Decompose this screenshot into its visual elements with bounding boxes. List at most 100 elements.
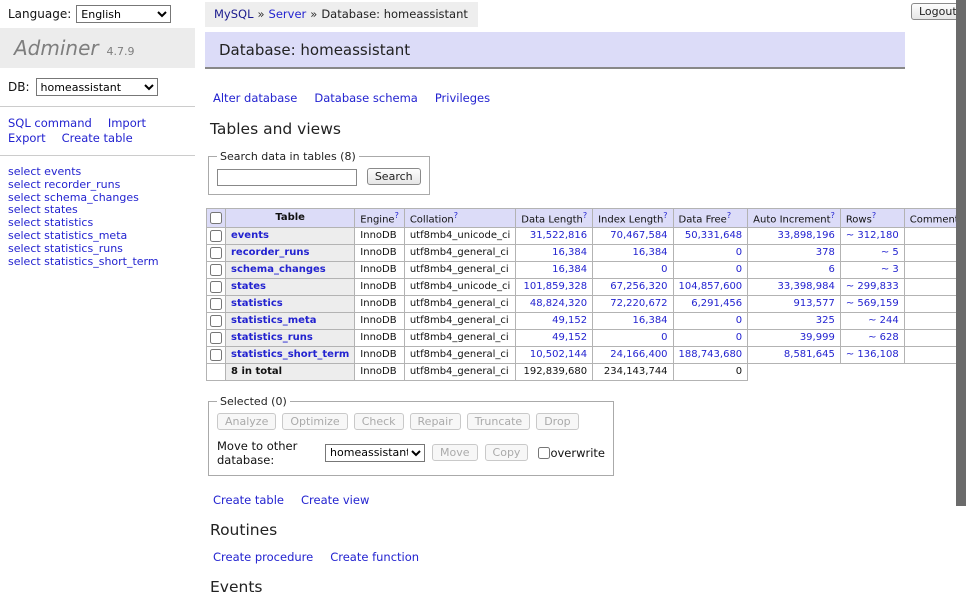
- sidebar-table-link-select-statistics-runs[interactable]: select statistics_runs: [8, 243, 187, 256]
- table-name-link[interactable]: statistics_meta: [231, 315, 316, 326]
- page-link-database-schema[interactable]: Database schema: [314, 91, 417, 105]
- column-help-link[interactable]: ?: [583, 211, 587, 220]
- cell-data-free-link[interactable]: 0: [736, 315, 742, 326]
- move-database-select[interactable]: homeassistant: [325, 444, 425, 462]
- column-help-link[interactable]: ?: [663, 211, 667, 220]
- sidebar-link-export[interactable]: Export: [8, 131, 46, 146]
- vertical-scrollbar[interactable]: [956, 0, 966, 543]
- row-checkbox[interactable]: [210, 315, 222, 327]
- cell-auto-increment-link[interactable]: 33,398,984: [778, 281, 835, 292]
- table-name-link[interactable]: states: [231, 281, 266, 292]
- row-checkbox[interactable]: [210, 281, 222, 293]
- sidebar-table-link-select-recorder-runs[interactable]: select recorder_runs: [8, 179, 187, 192]
- cell-data-free-link[interactable]: 188,743,680: [679, 349, 743, 360]
- selected-action-button-truncate[interactable]: Truncate: [467, 413, 530, 430]
- cell-rows-link[interactable]: ~ 136,108: [846, 349, 899, 360]
- selected-action-button-optimize[interactable]: Optimize: [282, 413, 347, 430]
- cell-data-length-link[interactable]: 31,522,816: [530, 230, 587, 241]
- cell-data-length-link[interactable]: 16,384: [552, 264, 587, 275]
- table-name-link[interactable]: recorder_runs: [231, 247, 309, 258]
- row-checkbox[interactable]: [210, 349, 222, 361]
- column-help-link[interactable]: ?: [727, 211, 731, 220]
- cell-data-free-link[interactable]: 104,857,600: [679, 281, 743, 292]
- page-link-privileges[interactable]: Privileges: [435, 91, 490, 105]
- cell-data-length-link[interactable]: 10,502,144: [530, 349, 587, 360]
- cell-auto-increment-link[interactable]: 6: [828, 264, 834, 275]
- cell-rows-link[interactable]: ~ 569,159: [846, 298, 899, 309]
- row-checkbox[interactable]: [210, 230, 222, 242]
- select-all-checkbox[interactable]: [210, 212, 222, 224]
- column-help-link[interactable]: ?: [872, 211, 876, 220]
- selected-fieldset: Selected (0) AnalyzeOptimizeCheckRepairT…: [208, 395, 614, 476]
- row-checkbox[interactable]: [210, 264, 222, 276]
- cell-data-free-link[interactable]: 0: [736, 332, 742, 343]
- table-name-link[interactable]: statistics_runs: [231, 332, 313, 343]
- cell-auto-increment-link[interactable]: 39,999: [800, 332, 835, 343]
- table-name-link[interactable]: statistics: [231, 298, 283, 309]
- sidebar-table-link-select-statistics-short-term[interactable]: select statistics_short_term: [8, 256, 187, 269]
- row-checkbox[interactable]: [210, 332, 222, 344]
- db-select[interactable]: homeassistant: [36, 78, 158, 96]
- table-name-link[interactable]: schema_changes: [231, 264, 326, 275]
- cell-index-length-link[interactable]: 16,384: [633, 247, 668, 258]
- column-help-link[interactable]: ?: [395, 211, 399, 220]
- cell-auto-increment-link[interactable]: 325: [816, 315, 835, 326]
- move-button[interactable]: Move: [432, 444, 478, 461]
- sidebar-link-import[interactable]: Import: [108, 116, 146, 131]
- routine-link-create-function[interactable]: Create function: [330, 550, 419, 564]
- cell-auto-increment-link[interactable]: 8,581,645: [784, 349, 835, 360]
- cell-data-free-link[interactable]: 50,331,648: [685, 230, 742, 241]
- selected-action-button-repair[interactable]: Repair: [410, 413, 461, 430]
- scrollbar-thumb[interactable]: [956, 0, 966, 506]
- sidebar-link-sql-command[interactable]: SQL command: [8, 116, 92, 131]
- cell-rows-link[interactable]: ~ 244: [868, 315, 899, 326]
- sidebar-link-create-table[interactable]: Create table: [62, 131, 133, 146]
- overwrite-checkbox[interactable]: [538, 447, 550, 459]
- cell-auto-increment-link[interactable]: 378: [816, 247, 835, 258]
- cell-index-length-link[interactable]: 0: [661, 264, 667, 275]
- cell-auto-increment-link[interactable]: 33,898,196: [778, 230, 835, 241]
- column-help-link[interactable]: ?: [831, 211, 835, 220]
- cell-data-length-link[interactable]: 49,152: [552, 315, 587, 326]
- cell-data-free-link[interactable]: 0: [736, 264, 742, 275]
- page-link-alter-database[interactable]: Alter database: [213, 91, 297, 105]
- table-name-link[interactable]: statistics_short_term: [231, 349, 349, 360]
- table-name-link[interactable]: events: [231, 230, 269, 241]
- cell-rows-link[interactable]: ~ 312,180: [846, 230, 899, 241]
- row-checkbox[interactable]: [210, 298, 222, 310]
- search-button[interactable]: Search: [367, 168, 421, 185]
- row-checkbox[interactable]: [210, 247, 222, 259]
- routine-link-create-procedure[interactable]: Create procedure: [213, 550, 313, 564]
- copy-button[interactable]: Copy: [485, 444, 529, 461]
- cell-data-length-link[interactable]: 16,384: [552, 247, 587, 258]
- cell-index-length-link[interactable]: 72,220,672: [610, 298, 667, 309]
- cell-data-length-link[interactable]: 101,859,328: [523, 281, 587, 292]
- cell-index-length-link[interactable]: 70,467,584: [610, 230, 667, 241]
- cell-rows-link[interactable]: ~ 3: [881, 264, 899, 275]
- sidebar-table-link-select-statistics-meta[interactable]: select statistics_meta: [8, 230, 187, 243]
- cell-data-free-link[interactable]: 0: [736, 247, 742, 258]
- cell-rows-link[interactable]: ~ 5: [881, 247, 899, 258]
- column-help-link[interactable]: ?: [454, 211, 458, 220]
- cell-index-length-link[interactable]: 67,256,320: [610, 281, 667, 292]
- cell-auto-increment-link[interactable]: 913,577: [793, 298, 834, 309]
- sidebar-table-link-select-events[interactable]: select events: [8, 166, 187, 179]
- cell-index-length-link[interactable]: 24,166,400: [610, 349, 667, 360]
- breadcrumb-mysql-link[interactable]: MySQL: [214, 7, 254, 21]
- search-input[interactable]: [217, 169, 357, 186]
- breadcrumb-server-link[interactable]: Server: [269, 7, 307, 21]
- language-select[interactable]: English: [76, 5, 171, 23]
- selected-action-button-check[interactable]: Check: [354, 413, 404, 430]
- cell-data-length-link[interactable]: 48,824,320: [530, 298, 587, 309]
- create-link-create-view[interactable]: Create view: [301, 493, 369, 507]
- cell-index-length-link[interactable]: 0: [661, 332, 667, 343]
- table-header-row: TableEngine?Collation?Data Length?Index …: [207, 208, 966, 227]
- cell-rows-link[interactable]: ~ 299,833: [846, 281, 899, 292]
- cell-index-length-link[interactable]: 16,384: [633, 315, 668, 326]
- selected-action-button-drop[interactable]: Drop: [536, 413, 578, 430]
- selected-action-button-analyze[interactable]: Analyze: [217, 413, 276, 430]
- cell-data-free-link[interactable]: 6,291,456: [691, 298, 742, 309]
- create-link-create-table[interactable]: Create table: [213, 493, 284, 507]
- cell-data-length-link[interactable]: 49,152: [552, 332, 587, 343]
- cell-rows-link[interactable]: ~ 628: [868, 332, 899, 343]
